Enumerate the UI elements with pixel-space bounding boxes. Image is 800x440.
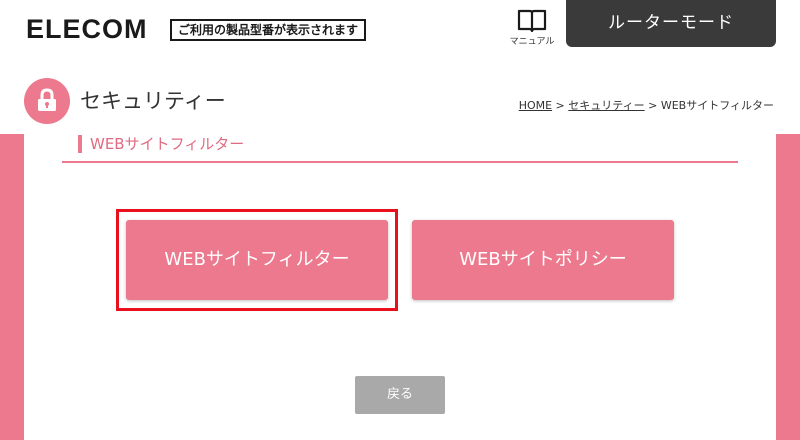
breadcrumb-separator: > xyxy=(644,99,661,112)
lock-icon xyxy=(38,88,56,111)
router-mode-button[interactable]: ルーターモード xyxy=(566,0,776,47)
breadcrumb-home-link[interactable]: HOME xyxy=(519,99,552,112)
book-icon xyxy=(517,9,547,32)
security-title-icon xyxy=(24,78,70,124)
breadcrumb-current: WEBサイトフィルター xyxy=(660,99,774,112)
breadcrumb-separator: > xyxy=(552,99,569,112)
web-site-filter-button[interactable]: WEBサイトフィルター xyxy=(126,220,388,300)
back-button[interactable]: 戻る xyxy=(355,376,445,414)
manual-label: マニュアル xyxy=(509,37,555,47)
breadcrumb: HOME > セキュリティー > WEBサイトフィルター xyxy=(519,97,774,113)
model-number-note: ご利用の製品型番が表示されます xyxy=(170,19,367,41)
web-site-policy-button[interactable]: WEBサイトポリシー xyxy=(412,220,674,300)
section-header: WEBサイトフィルター xyxy=(62,131,738,163)
manual-button[interactable]: マニュアル xyxy=(506,8,558,54)
right-side-band xyxy=(776,134,800,440)
section-title: WEBサイトフィルター xyxy=(90,135,245,153)
section-accent-bar xyxy=(78,135,82,153)
header: ELECOM ご利用の製品型番が表示されます マニュアル ルーターモード xyxy=(0,0,800,60)
page-title: セキュリティー xyxy=(80,89,226,113)
breadcrumb-security-link[interactable]: セキュリティー xyxy=(568,99,644,112)
elecom-logo[interactable]: ELECOM xyxy=(26,14,148,44)
left-side-band xyxy=(0,134,24,440)
